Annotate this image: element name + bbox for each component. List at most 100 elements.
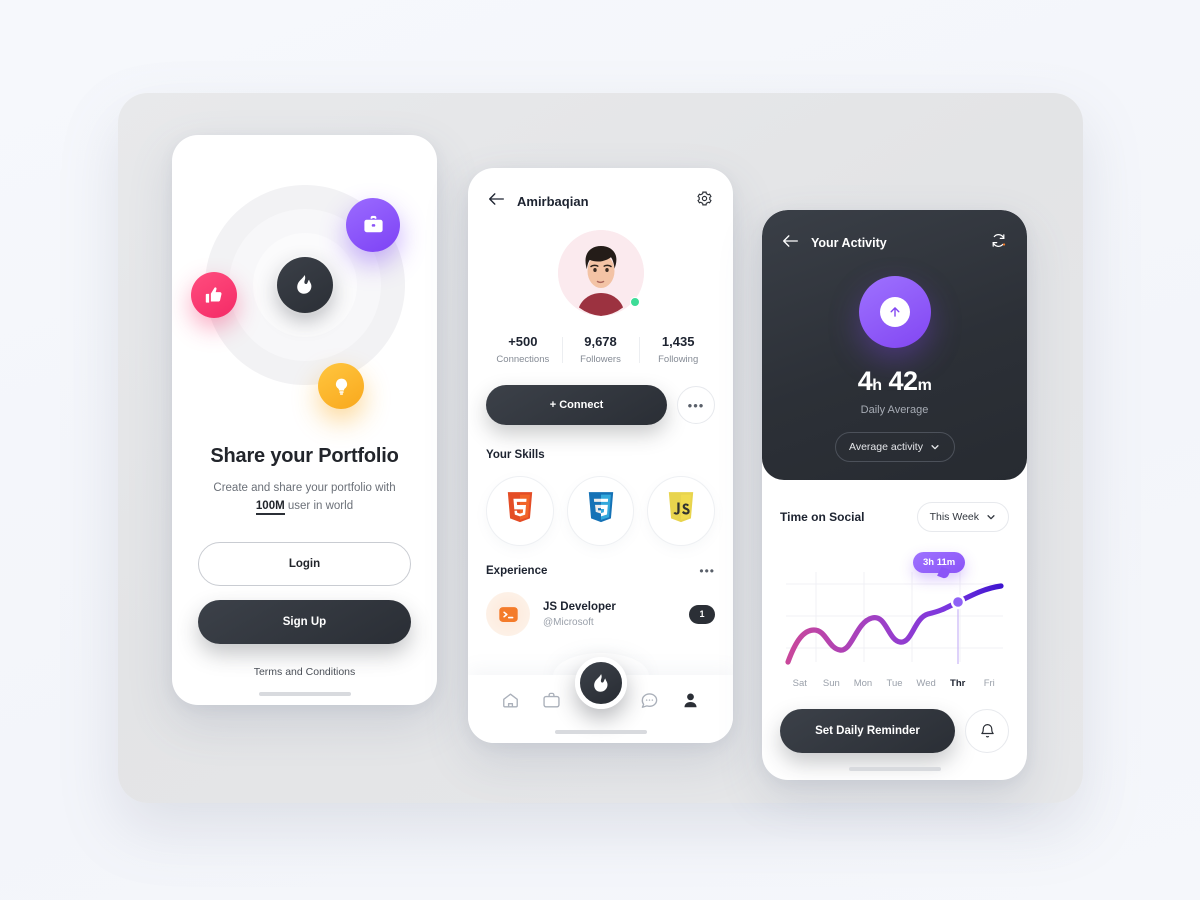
terminal-icon xyxy=(486,592,530,636)
skills-title: Your Skills xyxy=(486,449,545,461)
experience-org: @Microsoft xyxy=(543,616,594,628)
notification-button[interactable] xyxy=(965,709,1009,753)
minutes-value: 42 xyxy=(888,366,919,396)
hours-value: 4 xyxy=(857,366,873,396)
experience-title: Experience xyxy=(486,565,548,577)
chevron-down-icon xyxy=(987,515,995,520)
skills-section-header: Your Skills xyxy=(468,445,733,463)
chevron-down-icon xyxy=(931,445,939,450)
activity-summary-panel: Your Activity 4h 42m Daily Average Avera… xyxy=(762,210,1027,480)
arrow-left-icon[interactable] xyxy=(782,234,799,253)
skill-css3[interactable] xyxy=(566,476,635,546)
daily-average-value: 4h 42m xyxy=(782,366,1007,397)
stat-label: Following xyxy=(658,354,699,365)
daily-average-label: Daily Average xyxy=(860,404,929,416)
axis-label-wed: Wed xyxy=(916,678,936,689)
range-label: This Week xyxy=(929,511,979,523)
signup-button[interactable]: Sign Up xyxy=(198,599,411,644)
nav-item-messages[interactable] xyxy=(640,691,659,715)
stat-value: 9,678 xyxy=(584,334,617,349)
subtitle-highlight: 100M xyxy=(255,499,285,515)
thumbs-up-icon xyxy=(191,272,237,318)
activity-filter-label: Average activity xyxy=(849,441,923,453)
experience-section-header: Experience ••• xyxy=(468,564,733,578)
connect-button[interactable]: + Connect xyxy=(486,385,667,425)
page-subtitle: Create and share your portfolio with 100… xyxy=(172,480,437,516)
login-button[interactable]: Login xyxy=(198,541,411,586)
flame-icon xyxy=(593,673,607,692)
arrow-up-icon xyxy=(879,297,910,327)
bell-icon xyxy=(980,724,994,738)
nav-item-jobs[interactable] xyxy=(542,691,561,715)
stat-label: Followers xyxy=(580,354,621,365)
skill-html5[interactable] xyxy=(486,476,554,546)
profile-more-button[interactable]: ••• xyxy=(677,386,715,424)
profile-screen: Amirbaqian +500 Connections 9,678 Follow… xyxy=(468,168,733,743)
profile-stats: +500 Connections 9,678 Followers 1,435 F… xyxy=(468,334,733,365)
javascript-icon xyxy=(666,491,696,531)
home-indicator xyxy=(258,692,351,696)
stat-value: 1,435 xyxy=(661,334,695,349)
stat-value: +500 xyxy=(508,334,538,349)
experience-role: JS Developer xyxy=(543,600,616,613)
nav-item-profile[interactable] xyxy=(681,691,700,715)
activity-actions: Set Daily Reminder xyxy=(762,709,1027,753)
chart-title: Time on Social xyxy=(780,510,865,524)
avatar xyxy=(557,230,644,316)
minutes-unit: m xyxy=(917,377,932,394)
chart-svg xyxy=(785,572,1004,665)
chart-tooltip: 3h 11m xyxy=(913,552,966,573)
axis-label-sun: Sun xyxy=(822,678,840,689)
flame-icon xyxy=(276,257,333,313)
chart-header: Time on Social This Week xyxy=(780,502,1009,532)
line-chart: 3h 11m xyxy=(780,544,1009,674)
activity-ring xyxy=(858,276,931,348)
css3-icon xyxy=(586,491,616,531)
hours-unit: h xyxy=(872,377,882,394)
chart-line xyxy=(785,583,1004,665)
axis-label-fri: Fri xyxy=(983,678,995,689)
activity-filter-dropdown[interactable]: Average activity xyxy=(834,432,955,462)
list-item[interactable]: JS Developer @Microsoft 1 xyxy=(468,592,733,636)
home-indicator xyxy=(848,767,941,771)
activity-title: Your Activity xyxy=(811,236,887,250)
home-indicator xyxy=(554,730,647,734)
lightbulb-icon xyxy=(318,363,364,409)
stat-label: Connections xyxy=(496,354,550,365)
skills-list xyxy=(468,476,733,546)
nav-item-home[interactable] xyxy=(501,691,520,715)
subtitle-post: user in world xyxy=(287,499,354,512)
chart-grid xyxy=(786,572,1003,662)
chart-x-axis: Sat Sun Mon Tue Wed Thr Fri xyxy=(780,678,1009,689)
axis-label-mon: Mon xyxy=(853,678,873,689)
onboarding-screen: Share your Portfolio Create and share yo… xyxy=(172,135,437,705)
experience-more-button[interactable]: ••• xyxy=(699,564,715,578)
activity-screen: Your Activity 4h 42m Daily Average Avera… xyxy=(762,210,1027,780)
screenshot-root: Share your Portfolio Create and share yo… xyxy=(0,0,1200,900)
axis-label-tue: Tue xyxy=(886,678,903,689)
page-title: Share your Portfolio xyxy=(210,445,399,467)
hero-illustration xyxy=(172,135,437,435)
html5-icon xyxy=(505,491,535,531)
experience-badge: 1 xyxy=(689,604,715,624)
skill-javascript[interactable] xyxy=(647,476,716,546)
stat-followers: 9,678 Followers xyxy=(561,334,640,365)
axis-label-thr: Thr xyxy=(950,678,966,689)
range-dropdown[interactable]: This Week xyxy=(916,502,1009,532)
online-status-dot xyxy=(629,297,640,307)
refresh-icon[interactable] xyxy=(990,232,1007,254)
subtitle-pre: Create and share your portfolio with xyxy=(213,482,396,494)
briefcase-icon xyxy=(346,198,400,252)
terms-link[interactable]: Terms and Conditions xyxy=(172,666,437,678)
chart-marker-point xyxy=(950,594,966,610)
compose-fab[interactable] xyxy=(574,657,627,709)
activity-header: Your Activity xyxy=(782,232,1007,254)
profile-name: Amirbaqian xyxy=(517,193,589,209)
stat-connections: +500 Connections xyxy=(484,334,562,365)
axis-label-sat: Sat xyxy=(792,678,807,689)
experience-text: JS Developer @Microsoft xyxy=(543,601,689,628)
stat-following: 1,435 Following xyxy=(639,334,717,365)
gear-icon[interactable] xyxy=(696,190,713,212)
set-daily-reminder-button[interactable]: Set Daily Reminder xyxy=(780,709,955,753)
arrow-left-icon[interactable] xyxy=(488,192,505,211)
